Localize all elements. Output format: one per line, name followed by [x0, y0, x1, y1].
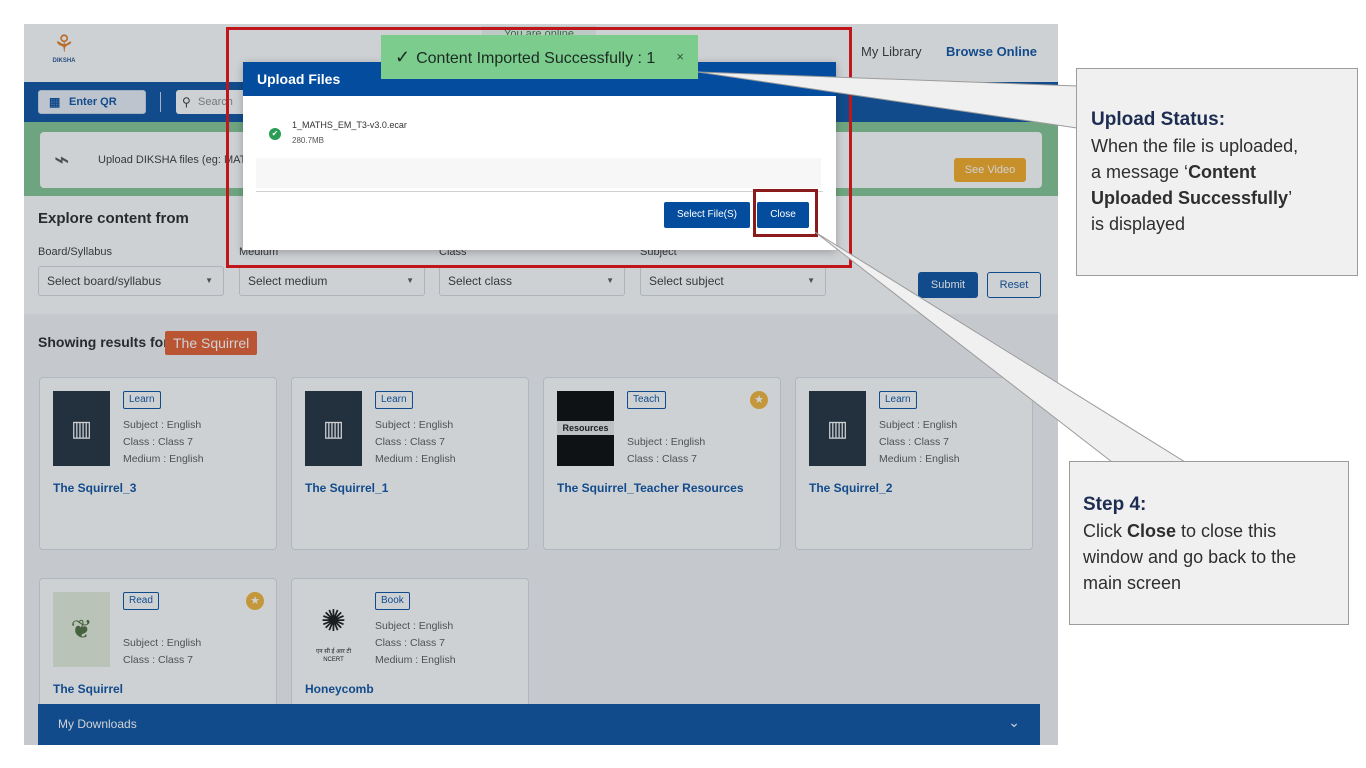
step4-heading: Step 4:: [1083, 494, 1147, 515]
step4-callout: Step 4: Click Close to close this window…: [1069, 461, 1349, 625]
step4-line2: window and go back to the: [1083, 547, 1297, 567]
upload-status-line3-bold: Uploaded Successfully: [1091, 188, 1289, 208]
step4-bold: Close: [1127, 521, 1177, 541]
upload-status-line2: a message ‘Content: [1091, 159, 1357, 185]
upload-status-line3-post: ’: [1288, 188, 1293, 208]
upload-status-callout: Upload Status: When the file is uploaded…: [1076, 68, 1358, 276]
step4-line3: main screen: [1083, 573, 1182, 593]
upload-status-line2-bold: Content: [1188, 162, 1257, 182]
tutorial-slide: ⚘ DIKSHA You are online My Library Brows…: [0, 0, 1366, 768]
upload-status-line4: is displayed: [1091, 214, 1186, 234]
upload-status-line3: Uploaded Successfully’: [1091, 185, 1357, 211]
step4-pre: Click: [1083, 521, 1127, 541]
step4-post: to close this: [1176, 521, 1277, 541]
upload-status-heading: Upload Status:: [1091, 109, 1226, 130]
upload-status-line1: When the file is uploaded,: [1091, 136, 1299, 156]
upload-status-line2-pre: a message ‘: [1091, 162, 1189, 182]
upload-status-pointer: [697, 71, 1078, 129]
step4-line1: Click Close to close this: [1083, 518, 1348, 544]
